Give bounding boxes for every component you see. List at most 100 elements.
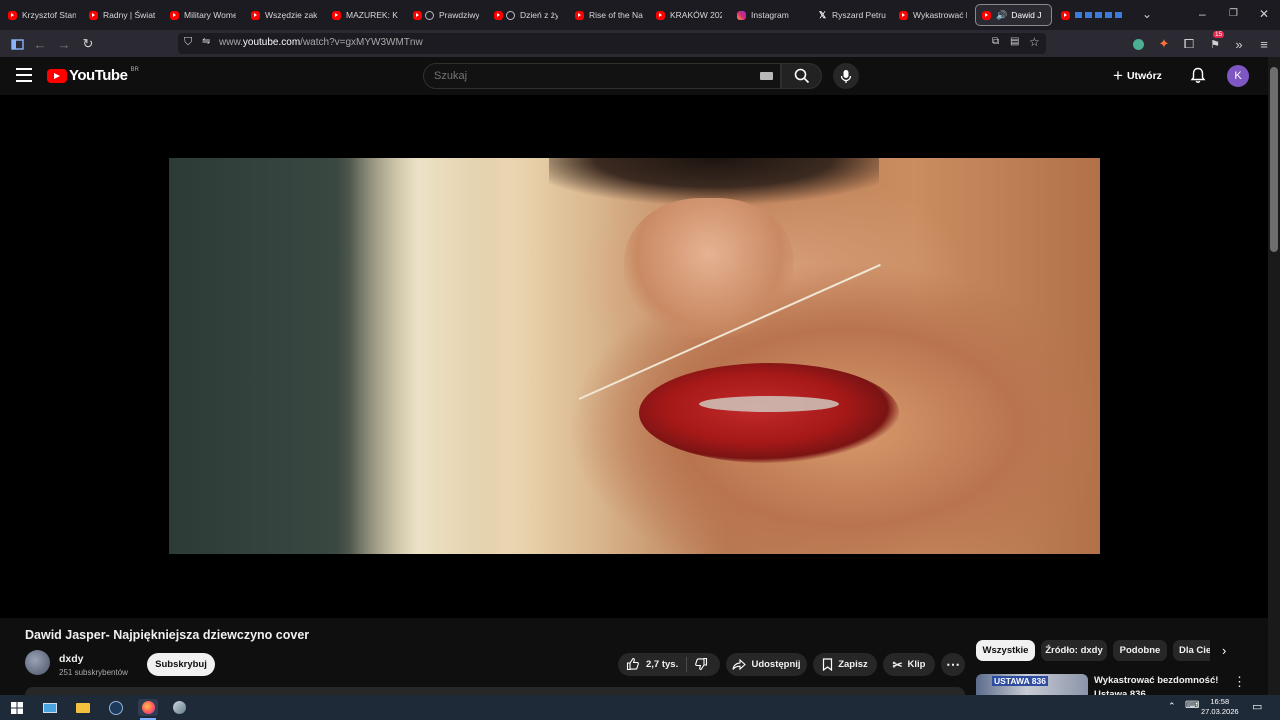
privacy-shield-icon[interactable] [1129, 35, 1147, 53]
browser-tab[interactable]: Dzień z ży [494, 4, 558, 26]
video-teeth-area [699, 396, 839, 412]
like-count: 2,7 tys. [646, 658, 679, 670]
windows-start-icon[interactable] [8, 699, 25, 716]
window-close-icon[interactable]: ✕ [1259, 7, 1269, 21]
recommendation-more-icon[interactable]: ⋮ [1233, 674, 1246, 690]
clock-time: 16:58 [1210, 697, 1230, 706]
channel-avatar[interactable] [25, 650, 50, 675]
browser-tab[interactable] [1061, 4, 1131, 26]
chip-related[interactable]: Podobne [1113, 640, 1167, 661]
dislike-button[interactable] [694, 657, 708, 674]
youtube-icon [899, 10, 908, 20]
extension-badge-icon[interactable]: ⚑ 15 [1206, 31, 1225, 53]
create-button[interactable]: + Utwórz [1113, 63, 1162, 89]
search-box[interactable] [423, 63, 781, 89]
youtube-logo[interactable]: YouTube BR [47, 67, 139, 84]
picture-in-picture-icon[interactable]: ⧉ [992, 36, 999, 47]
chevron-right-icon[interactable]: › [1222, 643, 1226, 658]
youtube-icon [332, 10, 341, 20]
browser-tab[interactable]: Wszędzie zaka [251, 4, 317, 26]
scissors-icon: ✂ [892, 657, 903, 672]
address-bar[interactable]: ⛉ ⇋ www.youtube.com/watch?v=gxMYW3WMTnw … [178, 33, 1046, 54]
tray-chevron-icon[interactable]: ⌃ [1168, 701, 1176, 712]
browser-tab[interactable]: Instagram [737, 4, 803, 26]
browser-tab[interactable]: Wykastrować b [899, 4, 967, 26]
microphone-icon [840, 69, 852, 83]
share-button[interactable]: Udostępnij [726, 653, 807, 676]
search-button[interactable] [781, 63, 822, 89]
firefox-icon[interactable] [138, 699, 158, 716]
shield-icon[interactable]: ⛉ [184, 36, 192, 49]
keyboard-icon[interactable] [760, 72, 773, 80]
network-icon[interactable]: ⌨ [1185, 700, 1199, 711]
firefox-extension-icon[interactable]: ✦ [1155, 35, 1173, 53]
browser-tab[interactable]: Radny | Świat w [89, 4, 157, 26]
chip-all[interactable]: Wszystkie [976, 640, 1035, 661]
browser-tab[interactable]: 𝕏 Ryszard Petru [818, 4, 886, 26]
globe-icon [506, 10, 515, 20]
tab-label: Dzień z ży [520, 10, 558, 20]
account-avatar[interactable]: K [1227, 65, 1249, 87]
extensions-puzzle-icon[interactable]: ⧠ [1180, 35, 1198, 53]
youtube-icon [89, 10, 98, 20]
site-permissions-icon[interactable]: ⇋ [202, 36, 210, 47]
bookmark-star-icon[interactable]: ☆ [1029, 35, 1040, 49]
subscribe-button[interactable]: Subskrybuj [147, 653, 215, 676]
notification-center-icon[interactable]: ▭ [1252, 700, 1262, 713]
browser-tab[interactable]: Military Wome [170, 4, 236, 26]
video-hair-area [349, 158, 549, 554]
browser-tab-strip: Krzysztof Stanc Radny | Świat w Military… [0, 0, 1280, 30]
voice-search-button[interactable] [833, 63, 859, 89]
channel-name[interactable]: dxdy [59, 653, 84, 665]
like-button[interactable]: 2,7 tys. [626, 657, 678, 671]
reload-icon[interactable]: ↻ [79, 35, 97, 53]
restore-icon[interactable]: ❐ [1229, 8, 1238, 19]
notifications-bell-icon[interactable] [1190, 67, 1206, 89]
hamburger-menu-icon[interactable] [16, 68, 32, 82]
browser-tab[interactable]: Rise of the Na [575, 4, 643, 26]
forward-arrow-icon[interactable]: → [55, 35, 73, 53]
tab-label: Radny | Świat w [103, 10, 157, 20]
sidebar-toggle-icon[interactable] [8, 35, 26, 53]
recommendation-thumb-text: USTAWA 836 [992, 676, 1048, 686]
tab-label: Ryszard Petru [832, 10, 886, 20]
app-icon[interactable] [171, 699, 188, 716]
overflow-chevrons-icon[interactable]: » [1230, 35, 1248, 53]
youtube-icon [413, 10, 422, 20]
browser-tab-active[interactable]: 🔊 Dawid J ✕ [975, 4, 1052, 26]
recommendation-title[interactable]: Wykastrować bezdomność! Ustawa 836 [1094, 674, 1219, 696]
tab-label-graphic [1075, 12, 1125, 18]
tab-list-chevron-icon[interactable]: ⌄ [1142, 7, 1152, 21]
globe-icon [425, 10, 434, 20]
close-tab-icon[interactable]: ✕ [1049, 10, 1051, 21]
like-divider [686, 657, 687, 672]
more-actions-button[interactable]: ⋯ [941, 653, 965, 676]
recommendation-thumbnail[interactable]: USTAWA 836 [976, 674, 1088, 695]
chip-for-you[interactable]: Dla Cie [1173, 640, 1210, 661]
scrollbar-thumb[interactable] [1270, 67, 1278, 252]
browser-tab[interactable]: Prawdziwy [413, 4, 479, 26]
file-explorer-icon[interactable] [74, 699, 91, 716]
minimize-icon[interactable]: – [1199, 7, 1206, 21]
computer-icon[interactable] [41, 699, 58, 716]
plus-icon: + [1113, 66, 1123, 85]
tab-label: Dawid J [1011, 10, 1042, 20]
back-arrow-icon[interactable]: ← [31, 35, 49, 53]
search-input[interactable] [434, 70, 734, 82]
app-menu-icon[interactable]: ≡ [1255, 35, 1273, 53]
steam-icon[interactable] [107, 699, 124, 716]
browser-tab[interactable]: KRAKÓW 2026 [656, 4, 722, 26]
page-scrollbar[interactable] [1268, 57, 1280, 695]
subscriber-count: 251 subskrybentów [59, 668, 128, 677]
reader-view-icon[interactable]: ▤ [1010, 36, 1019, 47]
chip-source[interactable]: Źródło: dxdy [1041, 640, 1107, 661]
browser-tab[interactable]: MAZUREK: KŁC [332, 4, 398, 26]
share-arrow-icon [732, 658, 747, 670]
tab-label: Krzysztof Stanc [22, 10, 76, 20]
clip-button[interactable]: ✂ Klip [883, 653, 935, 676]
video-frame[interactable] [169, 158, 1100, 554]
video-player[interactable] [0, 95, 1268, 618]
browser-tab[interactable]: Krzysztof Stanc [8, 4, 76, 26]
save-button[interactable]: Zapisz [813, 653, 877, 676]
system-clock[interactable]: 16:58 27.03.2026 [1201, 697, 1239, 717]
